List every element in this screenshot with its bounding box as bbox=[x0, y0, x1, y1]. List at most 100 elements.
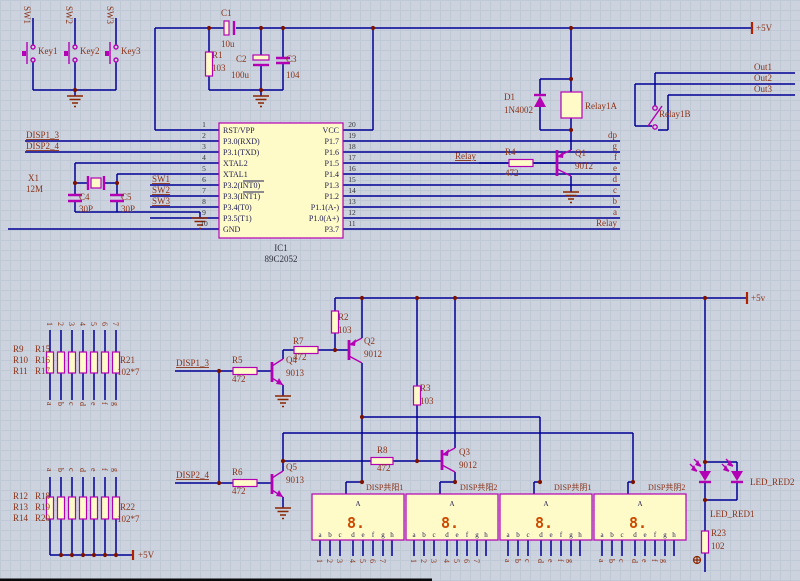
relay1a-coil bbox=[561, 92, 582, 118]
resistors bbox=[47, 52, 709, 553]
net-out2: Out2 bbox=[754, 73, 772, 83]
pin-num: 7 bbox=[202, 186, 206, 195]
pin-name: P3.3(INT1) bbox=[223, 192, 260, 201]
key1-ref: Key1 bbox=[38, 46, 58, 56]
r9-ref: R9 bbox=[13, 344, 24, 354]
pin-name: RST/VPP bbox=[223, 126, 255, 135]
disp2-wire-num: 5 bbox=[452, 559, 461, 563]
r3-value: 103 bbox=[420, 396, 434, 406]
q4-ref: Q4 bbox=[286, 355, 297, 365]
disp3-seg: h bbox=[578, 531, 582, 539]
rn2-pin: b bbox=[56, 468, 65, 472]
disp2-wire-num: 7 bbox=[472, 559, 481, 563]
disp1-wire-num: 5 bbox=[358, 559, 367, 563]
schematic-canvas[interactable]: SW1SW2SW3Key1Key2Key3C110uR1103C2100uC31… bbox=[0, 0, 800, 581]
sw1-net-label: SW1 bbox=[22, 6, 32, 24]
rn1-pin: 3 bbox=[67, 322, 76, 326]
led-red2-ref: LED_RED2 bbox=[750, 477, 795, 487]
disp3-wire-net: e bbox=[546, 559, 555, 563]
r18-ref: R18 bbox=[35, 491, 51, 501]
disp4-seg: b bbox=[610, 531, 614, 539]
r15-ref: R15 bbox=[35, 344, 51, 354]
key-switches bbox=[22, 42, 118, 64]
c1-plate bbox=[224, 21, 229, 35]
disp4-seg: h bbox=[672, 531, 676, 539]
disp2-wire-num: 4 bbox=[442, 559, 451, 563]
net-relay-right: Relay bbox=[596, 218, 617, 228]
net-f: f bbox=[614, 152, 617, 162]
ic1-ref: IC1 bbox=[274, 243, 288, 253]
r6-value: 472 bbox=[232, 486, 246, 496]
r10-ref: R10 bbox=[13, 355, 29, 365]
disp1-seg: d bbox=[351, 531, 355, 539]
pin-num: 3 bbox=[202, 142, 206, 151]
disp3-seg: e bbox=[549, 531, 552, 539]
q4-value: 9013 bbox=[286, 368, 305, 378]
rn1-pin: d bbox=[78, 402, 87, 406]
pin-name: GND bbox=[223, 225, 241, 234]
r4-value: 472 bbox=[505, 168, 519, 178]
disp1-seg: e bbox=[361, 531, 364, 539]
x1-value: 12M bbox=[26, 184, 43, 194]
pin-num: 17 bbox=[348, 153, 356, 162]
r23-body bbox=[702, 531, 709, 553]
disp4-seg: d bbox=[633, 531, 637, 539]
disp3-seg: g bbox=[569, 531, 573, 539]
net-relay: Relay bbox=[455, 151, 476, 161]
pin-num: 6 bbox=[202, 175, 206, 184]
net-e: e bbox=[613, 163, 617, 173]
rn1-pin: e bbox=[89, 402, 98, 406]
pin-name: P1.4 bbox=[325, 170, 339, 179]
rn2-pin: c bbox=[67, 468, 76, 472]
r7-ref: R7 bbox=[293, 336, 304, 346]
r1-ref: R1 bbox=[212, 50, 223, 60]
disp3-wire-net: a bbox=[503, 559, 512, 563]
sw1-net: SW1 bbox=[152, 174, 170, 184]
pin-num: 2 bbox=[202, 131, 206, 140]
disp3-digit: 8. bbox=[535, 514, 553, 532]
rn1-pin: g bbox=[111, 402, 120, 406]
net-dp: dp bbox=[608, 130, 618, 140]
c1-value: 10u bbox=[221, 39, 235, 49]
pin-name: P1.5 bbox=[325, 159, 339, 168]
wire-display-pins bbox=[320, 540, 674, 556]
rn1-body bbox=[102, 352, 109, 373]
disp3-wire-net: c bbox=[523, 559, 532, 563]
disp3-wire-net: g bbox=[566, 559, 575, 563]
pin-name: P3.0(RXD) bbox=[223, 137, 260, 146]
r22-value: 102*7 bbox=[117, 514, 140, 524]
disp3-wire-net: b bbox=[513, 559, 522, 563]
r12-ref: R12 bbox=[13, 491, 28, 501]
pin-num: 12 bbox=[348, 208, 356, 217]
disp2-wire-num: 2 bbox=[419, 559, 428, 563]
disp2-seg: d bbox=[445, 531, 449, 539]
rn1-pin: 7 bbox=[111, 322, 120, 326]
pin-name: P1.1(A-) bbox=[311, 203, 340, 212]
pin-name: P1.3 bbox=[325, 181, 339, 190]
disp1-seg: b bbox=[328, 531, 332, 539]
disp4-wire-net: c bbox=[617, 559, 626, 563]
plus5v-bottom: +5V bbox=[138, 550, 155, 560]
q3-ref: Q3 bbox=[459, 447, 470, 457]
c2-ref: C2 bbox=[236, 54, 247, 64]
key2-ref: Key2 bbox=[80, 46, 100, 56]
crystal-x1 bbox=[88, 176, 104, 190]
disp1-title: DISP共阳1 bbox=[366, 483, 403, 492]
pin-num: 8 bbox=[202, 197, 206, 206]
disp2-digit: 8. bbox=[441, 514, 459, 532]
disp2-title: DISP共阳2 bbox=[460, 483, 497, 492]
d1-value: 1N4002 bbox=[504, 105, 533, 115]
c4-ref: C4 bbox=[79, 192, 90, 202]
net-c: c bbox=[613, 185, 617, 195]
pin-num: 16 bbox=[348, 164, 356, 173]
disp1-seg: g bbox=[381, 531, 385, 539]
disp2-wire-num: 1 bbox=[409, 559, 418, 563]
rn2-pin: g bbox=[111, 468, 120, 472]
q5-value: 9013 bbox=[286, 475, 305, 485]
pin-name: P1.0(A+) bbox=[309, 214, 339, 223]
rn1-pin: f bbox=[100, 402, 109, 405]
disp3-seg: b bbox=[516, 531, 520, 539]
q1-ref: Q1 bbox=[575, 148, 586, 158]
r4-body bbox=[509, 160, 533, 167]
disp1-pin-a-top: A bbox=[355, 500, 360, 508]
